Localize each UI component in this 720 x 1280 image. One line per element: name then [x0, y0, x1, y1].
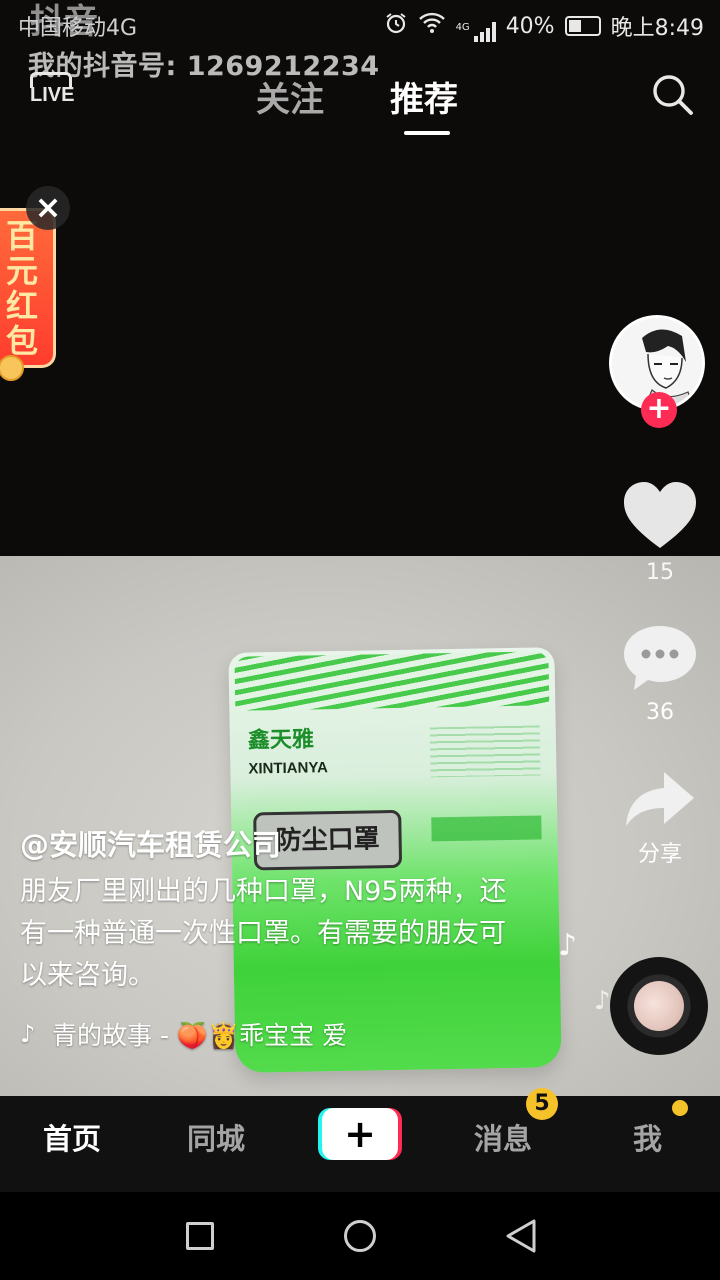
clock: 晚上8:49: [610, 16, 704, 41]
share-icon: [626, 772, 694, 826]
nav-nearby[interactable]: 同城: [187, 1116, 245, 1158]
video-dark-area[interactable]: [0, 0, 720, 556]
floating-music-note-icon: ♪: [558, 928, 578, 963]
close-icon[interactable]: ×: [26, 186, 70, 230]
comment-button[interactable]: [620, 620, 700, 696]
battery-icon: [564, 16, 601, 36]
package-stripes: [234, 651, 550, 711]
music-note-icon: ♪: [20, 1020, 36, 1048]
share-button[interactable]: [620, 768, 700, 832]
signal-icon: 4G: [456, 11, 496, 42]
music-title: 青的故事 - 🍑👸乖宝宝 爱: [52, 1021, 348, 1050]
back-icon[interactable]: [504, 1218, 538, 1254]
package-brand: 鑫天雅: [247, 727, 315, 754]
red-packet-label: 百元红包: [6, 217, 39, 360]
carrier-label: 中国移动4G: [18, 16, 138, 41]
floating-music-note-icon: ♪: [594, 986, 611, 1016]
music-info[interactable]: ♪ 青的故事 - 🍑👸乖宝宝 爱: [20, 1016, 400, 1052]
live-label: LIVE: [30, 84, 75, 106]
live-button[interactable]: LIVE: [28, 72, 76, 114]
nav-me[interactable]: 我: [633, 1116, 662, 1158]
follow-plus-button[interactable]: +: [641, 392, 677, 428]
search-icon: [653, 75, 693, 115]
tab-follow[interactable]: 关注: [256, 72, 324, 121]
plus-icon: +: [322, 1108, 398, 1160]
network-type: 4G: [455, 21, 470, 33]
home-icon[interactable]: [344, 1220, 376, 1252]
heart-icon: [624, 482, 696, 548]
me-notification-dot: [672, 1100, 688, 1116]
status-bar: 中国移动4G 4G 40% 晚上8:49: [0, 0, 720, 50]
wifi-icon: [418, 12, 446, 40]
comment-icon: [624, 626, 696, 690]
red-packet-banner[interactable]: 百元红包: [0, 208, 56, 381]
package-fine-print: [429, 725, 541, 778]
music-cover-art: [634, 981, 684, 1031]
tab-recommend[interactable]: 推荐: [390, 72, 458, 121]
like-button[interactable]: [620, 478, 700, 554]
search-button[interactable]: [650, 72, 696, 118]
active-tab-indicator: [404, 131, 450, 135]
like-count: 15: [646, 560, 674, 585]
status-icons: 4G 40% 晚上8:49: [384, 10, 704, 42]
package-green-band: [431, 815, 542, 842]
music-disc-icon[interactable]: [610, 957, 708, 1055]
comment-count: 36: [646, 700, 674, 725]
battery-percent: 40%: [505, 13, 555, 39]
recent-apps-icon[interactable]: [186, 1222, 214, 1250]
nav-messages[interactable]: 消息: [474, 1116, 532, 1158]
create-video-button[interactable]: +: [318, 1108, 402, 1160]
author-name[interactable]: @安顺汽车租赁公司: [20, 822, 281, 864]
messages-badge: 5: [526, 1088, 558, 1120]
share-label: 分享: [637, 842, 682, 867]
package-brand-en: XINTIANYA: [248, 759, 328, 778]
alarm-icon: [384, 11, 408, 41]
nav-home[interactable]: 首页: [43, 1116, 101, 1158]
post-caption: 朋友厂里刚出的几种口罩，N95两种，还有一种普通一次性口罩。有需要的朋友可以来咨…: [20, 876, 507, 991]
